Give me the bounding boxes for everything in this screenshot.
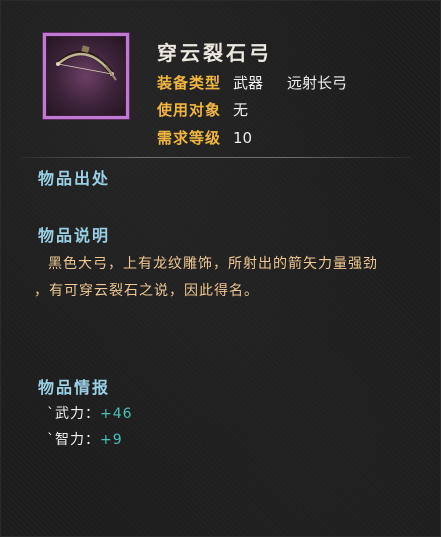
- description-line-1: 黑色大弓，上有龙纹雕饰，所射出的箭矢力量强劲: [48, 256, 378, 272]
- stat-force-label: `武力：: [47, 406, 100, 422]
- bow-icon: [56, 45, 117, 81]
- stat-intellect-value: +9: [100, 432, 123, 448]
- equip-subtype-value: 远射长弓: [287, 74, 348, 92]
- stat-intellect: `智力：+9: [47, 429, 123, 449]
- required-level-value: 10: [233, 129, 253, 147]
- use-target-row: 使用对象无: [157, 99, 248, 120]
- stat-force-value: +46: [100, 406, 133, 422]
- source-section-title: 物品出处: [38, 169, 111, 188]
- header-divider: [21, 157, 411, 158]
- equip-type-value: 武器: [233, 74, 264, 92]
- item-description: 黑色大弓，上有龙纹雕饰，所射出的箭矢力量强劲 ，有可穿云裂石之说，因此得名。: [34, 251, 429, 305]
- equip-type-label: 装备类型: [157, 74, 222, 92]
- stat-force: `武力：+46: [47, 403, 133, 423]
- use-target-label: 使用对象: [157, 101, 222, 119]
- use-target-value: 无: [233, 101, 249, 119]
- description-section-title: 物品说明: [38, 226, 111, 245]
- required-level-label: 需求等级: [157, 129, 222, 147]
- equip-type-row: 装备类型 武器 远射长弓: [157, 72, 347, 93]
- description-line-2: ，有可穿云裂石之说，因此得名。: [34, 283, 259, 299]
- info-section-title: 物品情报: [38, 378, 111, 397]
- stat-intellect-label: `智力：: [47, 432, 100, 448]
- required-level-row: 需求等级 10: [157, 127, 252, 148]
- item-name: 穿云裂石弓: [157, 41, 272, 65]
- item-tooltip: 穿云裂石弓 装备类型 武器 远射长弓 使用对象无 需求等级 10 物品出处 物品说明 …: [0, 0, 441, 537]
- item-icon-frame: [43, 33, 129, 119]
